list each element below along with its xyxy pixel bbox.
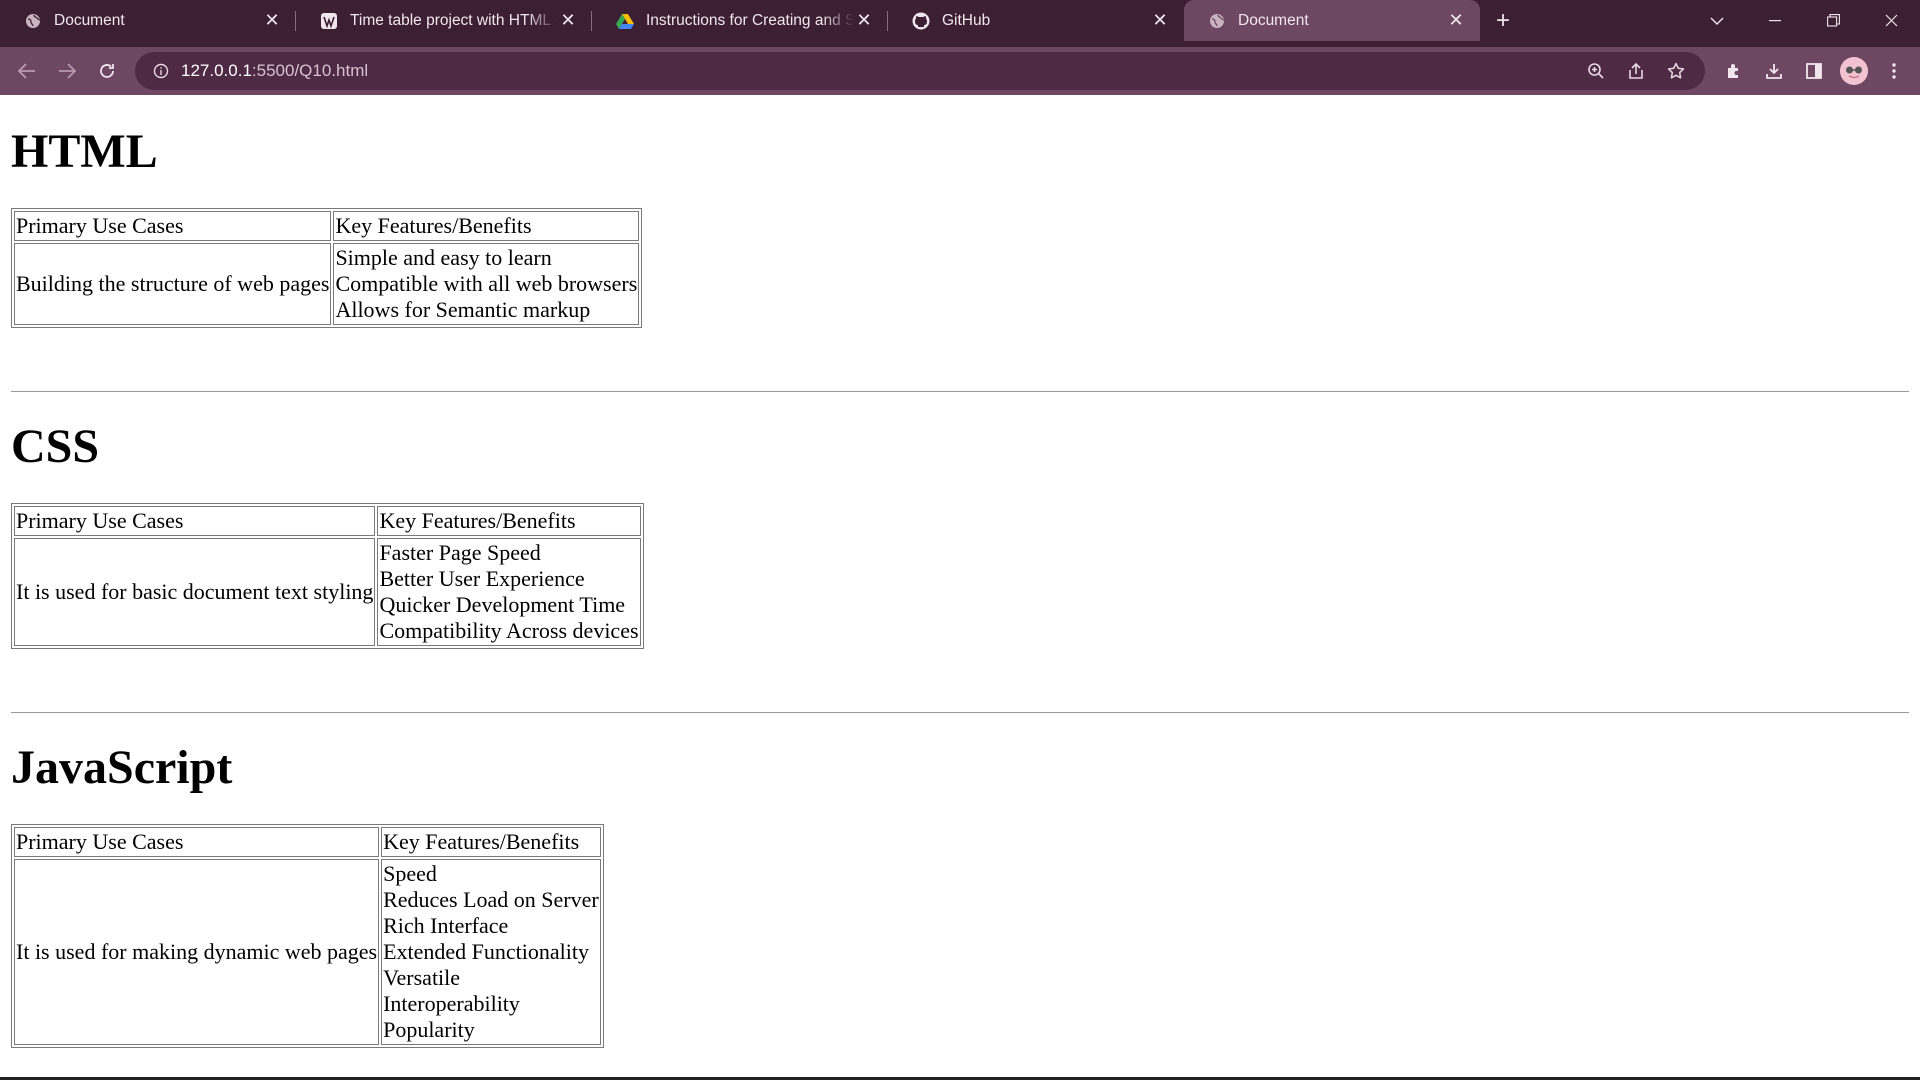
share-icon[interactable]	[1621, 56, 1651, 86]
browser-toolbar: 127.0.0.1:5500/Q10.html	[0, 47, 1920, 95]
table-header-cell: Key Features/Benefits	[381, 827, 601, 857]
feature-item: Rich Interface	[383, 913, 509, 938]
table-header-cell: Primary Use Cases	[14, 211, 332, 241]
new-tab-button[interactable]: +	[1480, 0, 1526, 41]
close-icon[interactable]: ✕	[1150, 10, 1170, 31]
use-case-cell: It is used for making dynamic web pages	[14, 859, 380, 1045]
tab-label: GitHub	[942, 11, 991, 29]
feature-item: Interoperability	[383, 991, 520, 1016]
css-table: Primary Use Cases Key Features/Benefits …	[11, 503, 644, 649]
feature-item: Compatible with all web browsers	[335, 271, 638, 296]
restore-icon[interactable]	[1804, 0, 1862, 41]
table-header-cell: Key Features/Benefits	[377, 506, 641, 536]
use-case-cell: Building the structure of web pages	[14, 243, 332, 325]
feature-item: Versatile	[383, 965, 461, 990]
section-heading-html: HTML	[11, 125, 158, 178]
site-info-icon[interactable]	[141, 63, 181, 79]
globe-icon	[1208, 12, 1226, 30]
close-icon[interactable]: ✕	[558, 10, 578, 31]
bookmark-star-icon[interactable]	[1661, 56, 1691, 86]
extensions-icon[interactable]	[1714, 51, 1754, 91]
tab-strip: Document ✕ Time table project with HTML …	[0, 0, 1920, 47]
close-icon[interactable]: ✕	[854, 10, 874, 31]
download-icon[interactable]	[1754, 51, 1794, 91]
table-row: Building the structure of web pages Simp…	[14, 243, 640, 325]
feature-item: Popularity	[383, 1017, 475, 1042]
tab-instructions[interactable]: Instructions for Creating and Sul ✕	[592, 0, 888, 41]
close-icon[interactable]: ✕	[1446, 10, 1466, 31]
feature-item: Faster Page Speed	[379, 540, 541, 565]
table-header-cell: Primary Use Cases	[14, 827, 380, 857]
url-path: :5500/Q10.html	[251, 61, 369, 80]
tab-label: Time table project with HTML - I	[350, 11, 558, 29]
tab-label: Document	[54, 11, 125, 29]
forward-icon[interactable]	[47, 51, 87, 91]
table-header-cell: Primary Use Cases	[14, 506, 376, 536]
tab-label: Document	[1238, 11, 1309, 29]
feature-item: Allows for Semantic markup	[335, 297, 591, 322]
table-header-row: Primary Use Cases Key Features/Benefits	[14, 827, 601, 857]
section-divider	[11, 391, 1909, 392]
table-row: It is used for basic document text styli…	[14, 538, 641, 646]
page-content: HTML Primary Use Cases Key Features/Bene…	[0, 95, 1920, 1080]
feature-item: Compatibility Across devices	[379, 618, 639, 643]
table-header-row: Primary Use Cases Key Features/Benefits	[14, 506, 641, 536]
side-panel-icon[interactable]	[1794, 51, 1834, 91]
profile-avatar[interactable]	[1834, 51, 1874, 91]
section-divider	[11, 712, 1909, 713]
features-cell: Speed Reduces Load on Server Rich Interf…	[381, 859, 601, 1045]
feature-item: Simple and easy to learn	[335, 245, 552, 270]
window-controls	[1688, 0, 1920, 41]
table-header-cell: Key Features/Benefits	[333, 211, 640, 241]
reload-icon[interactable]	[87, 51, 127, 91]
zoom-icon[interactable]	[1581, 56, 1611, 86]
close-icon[interactable]: ✕	[262, 10, 282, 31]
back-icon[interactable]	[7, 51, 47, 91]
tab-document-1[interactable]: Document ✕	[0, 0, 296, 41]
tab-search-icon[interactable]	[1688, 0, 1746, 41]
feature-item: Better User Experience	[379, 566, 585, 591]
features-cell: Simple and easy to learn Compatible with…	[333, 243, 640, 325]
url-text: 127.0.0.1:5500/Q10.html	[181, 61, 368, 81]
tab-label: Instructions for Creating and Sul	[646, 11, 854, 29]
github-icon	[912, 12, 930, 30]
table-header-row: Primary Use Cases Key Features/Benefits	[14, 211, 640, 241]
minimize-icon[interactable]	[1746, 0, 1804, 41]
globe-icon	[24, 12, 42, 30]
close-window-icon[interactable]	[1862, 0, 1920, 41]
menu-kebab-icon[interactable]	[1874, 51, 1914, 91]
url-host: 127.0.0.1	[181, 61, 252, 80]
avatar-icon	[1840, 57, 1868, 85]
wordpress-icon	[320, 12, 338, 30]
features-cell: Faster Page Speed Better User Experience…	[377, 538, 641, 646]
section-heading-javascript: JavaScript	[11, 741, 233, 794]
feature-item: Reduces Load on Server	[383, 887, 599, 912]
html-table: Primary Use Cases Key Features/Benefits …	[11, 208, 643, 328]
feature-item: Extended Functionality	[383, 939, 589, 964]
tab-github[interactable]: GitHub ✕	[888, 0, 1184, 41]
section-heading-css: CSS	[11, 420, 100, 473]
table-row: It is used for making dynamic web pages …	[14, 859, 601, 1045]
use-case-cell: It is used for basic document text styli…	[14, 538, 376, 646]
feature-item: Speed	[383, 861, 437, 886]
feature-item: Quicker Development Time	[379, 592, 626, 617]
tab-timetable[interactable]: Time table project with HTML - I ✕	[296, 0, 592, 41]
javascript-table: Primary Use Cases Key Features/Benefits …	[11, 824, 604, 1048]
google-drive-icon	[616, 12, 634, 30]
tab-document-active[interactable]: Document ✕	[1184, 0, 1480, 41]
address-bar[interactable]: 127.0.0.1:5500/Q10.html	[135, 52, 1705, 90]
